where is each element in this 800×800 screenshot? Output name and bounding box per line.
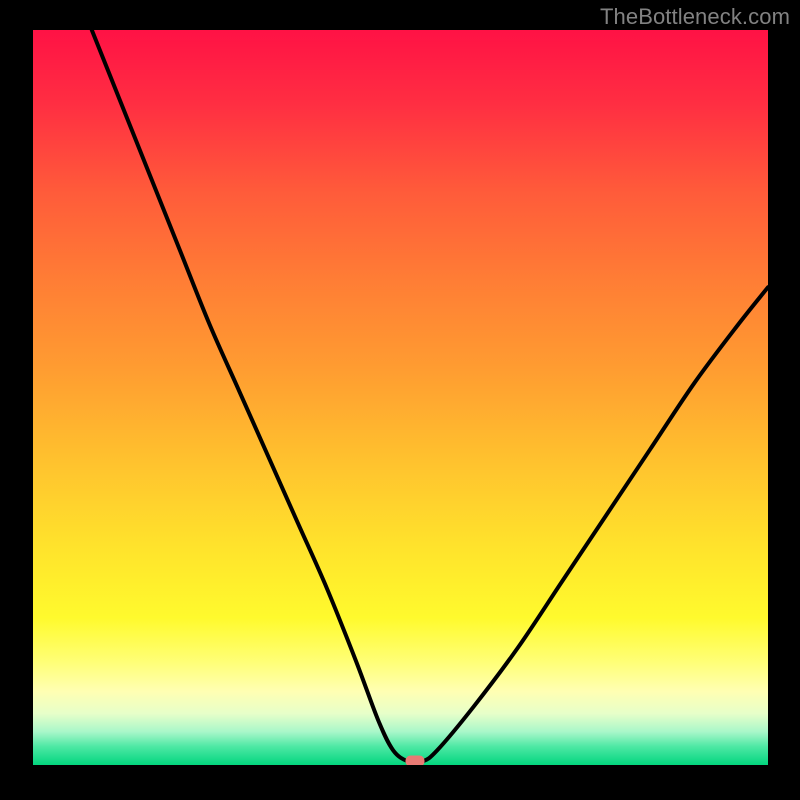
- bottleneck-curve: [33, 30, 768, 765]
- chart-frame: TheBottleneck.com: [0, 0, 800, 800]
- optimal-marker: [406, 756, 425, 765]
- plot-area: [33, 30, 768, 765]
- watermark-text: TheBottleneck.com: [600, 4, 790, 30]
